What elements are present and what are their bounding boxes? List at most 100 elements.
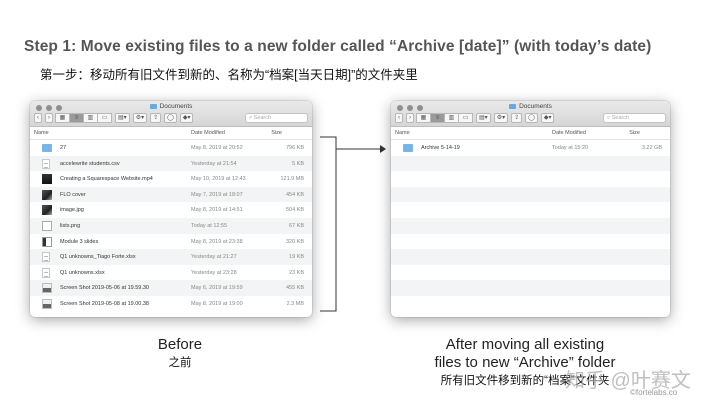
file-shot-icon (42, 283, 52, 294)
file-list-before: 27 May 8, 2019 at 20:52 796 KB accelewrite … (30, 140, 312, 312)
column-view-button[interactable]: ▥ (444, 113, 459, 123)
column-name-header[interactable]: Name (395, 130, 410, 136)
before-caption-cn: 之前 (168, 357, 192, 369)
file-date: May 6, 2019 at 19:59 (191, 285, 243, 292)
column-name-header[interactable]: Name (34, 130, 49, 136)
empty-row (391, 249, 670, 265)
file-mov-icon (42, 174, 52, 185)
share-button[interactable]: ⇪ (150, 113, 162, 123)
file-doc-icon (42, 267, 50, 278)
column-size-header[interactable]: Size (271, 130, 282, 136)
file-row[interactable]: Q1 unknowns.xlsx Yesterday at 23:28 23 KB (30, 265, 312, 281)
file-size: 796 KB (285, 145, 304, 151)
empty-row (391, 202, 670, 218)
folder-icon (42, 144, 52, 152)
group-button[interactable]: ▤▾ (115, 113, 130, 123)
file-size: 455 KB (285, 285, 304, 292)
file-size: 19 KB (289, 254, 304, 261)
finder-window-after: Documents ‹ › ▦ ≡ ▥ ▭ ▤▾ ⚙▾ ⇪ ◯ ◆▾ ⌕ Sea… (391, 101, 670, 317)
column-date-header[interactable]: Date Modified (191, 130, 225, 136)
list-view-button[interactable]: ≡ (69, 113, 84, 123)
share-button[interactable]: ⇪ (511, 113, 523, 123)
tags-button[interactable]: ◯ (525, 113, 538, 123)
finder-window-before: Documents ‹ › ▦ ≡ ▥ ▭ ▤▾ ⚙▾ ⇪ ◯ ◆▾ ⌕ Sea… (30, 101, 312, 317)
file-row[interactable]: Q1 unknowns_Tiago Forte.xlsx Yesterday at… (30, 249, 312, 265)
file-row[interactable]: image.jpg May 8, 2019 at 14:51 504 KB (30, 202, 312, 218)
group-button[interactable]: ▤▾ (476, 113, 491, 123)
file-png-icon (42, 220, 52, 231)
back-button[interactable]: ‹ (395, 113, 403, 123)
file-size: 454 KB (285, 191, 304, 198)
file-doc-icon (42, 252, 50, 263)
dropbox-button[interactable]: ◆▾ (179, 113, 194, 123)
file-row[interactable]: Module 3 slides May 8, 2019 at 23:38 320 K… (30, 234, 312, 250)
list-view-button[interactable]: ≡ (430, 113, 445, 123)
file-date: May 8, 2019 at 19:00 (191, 300, 243, 307)
forward-button[interactable]: › (406, 113, 414, 123)
back-button[interactable]: ‹ (34, 113, 42, 123)
file-name: Q1 unknowns.xlsx (60, 269, 105, 276)
slide-title: Step 1: Move existing files to a new fol… (24, 38, 652, 55)
folder-icon (403, 144, 413, 152)
file-name: accelewrite students.csv (60, 160, 120, 167)
gallery-view-button[interactable]: ▭ (97, 113, 112, 123)
file-date: Yesterday at 23:28 (191, 269, 237, 276)
empty-row (391, 155, 670, 172)
search-input[interactable]: ⌕ Search (245, 113, 308, 123)
file-row[interactable]: FLO cover May 7, 2019 at 18:07 454 KB (30, 186, 312, 203)
move-arrow (320, 136, 386, 312)
window-title: Documents (391, 103, 670, 110)
window-titlebar: Documents ‹ › ▦ ≡ ▥ ▭ ▤▾ ⚙▾ ⇪ ◯ ◆▾ ⌕ Sea… (391, 101, 670, 127)
folder-icon (509, 104, 517, 109)
action-gear-button[interactable]: ⚙▾ (132, 113, 148, 123)
file-name: Archive 5-14-19 (421, 145, 460, 151)
column-size-header[interactable]: Size (629, 130, 640, 136)
forward-button[interactable]: › (45, 113, 53, 123)
window-title-text: Documents (159, 103, 193, 110)
column-view-button[interactable]: ▥ (83, 113, 98, 123)
file-row[interactable]: 27 May 8, 2019 at 20:52 796 KB (30, 140, 312, 156)
empty-row (391, 217, 670, 234)
search-input[interactable]: ⌕ Search (603, 113, 666, 123)
column-date-header[interactable]: Date Modified (552, 130, 586, 136)
file-row[interactable]: Screen Shot 2019-05-08 at 19.00.38 May 8,… (30, 296, 312, 312)
icon-view-button[interactable]: ▦ (55, 113, 70, 123)
finder-toolbar: ‹ › ▦ ≡ ▥ ▭ ▤▾ ⚙▾ ⇪ ◯ ◆▾ ⌕ Search (34, 113, 308, 123)
file-row[interactable]: Archive 5-14-19 Today at 15:20 3.22 GB (391, 140, 670, 156)
file-row[interactable]: lists.png Today at 12:55 67 KB (30, 217, 312, 234)
empty-row (391, 265, 670, 281)
file-size: 504 KB (285, 207, 304, 214)
dropbox-button[interactable]: ◆▾ (540, 113, 555, 123)
file-date: Today at 12:55 (191, 222, 228, 229)
slide-subtitle-cn: 第一步：移动所有旧文件到新的、名称为“档案[当天日期]”的文件夹里 (40, 68, 418, 82)
fortelabs-watermark: ©fortelabs.co (630, 388, 678, 397)
file-date: May 8, 2019 at 20:52 (191, 145, 243, 151)
finder-toolbar: ‹ › ▦ ≡ ▥ ▭ ▤▾ ⚙▾ ⇪ ◯ ◆▾ ⌕ Search (395, 113, 666, 123)
file-date: May 7, 2019 at 18:07 (191, 191, 243, 198)
file-row[interactable]: accelewrite students.csv Yesterday at 21:… (30, 155, 312, 172)
file-name: Creating a Squarespace Website.mp4 (60, 176, 153, 183)
view-mode-group: ▦ ≡ ▥ ▭ (416, 113, 473, 123)
before-caption-en: Before (157, 336, 203, 353)
action-gear-button[interactable]: ⚙▾ (493, 113, 509, 123)
file-img-icon (42, 205, 52, 216)
search-placeholder: Search (611, 115, 630, 121)
empty-row (391, 171, 670, 187)
file-date: May 8, 2019 at 14:51 (191, 207, 243, 214)
file-row[interactable]: Creating a Squarespace Website.mp4 May 10… (30, 171, 312, 187)
file-row[interactable]: Screen Shot 2019-05-06 at 19.59.30 May 6,… (30, 280, 312, 296)
empty-row (391, 280, 670, 296)
before-caption: Before 之前 (130, 336, 230, 370)
file-img-icon (42, 189, 52, 200)
icon-view-button[interactable]: ▦ (416, 113, 431, 123)
file-size: 5 KB (292, 160, 304, 167)
file-size: 67 KB (289, 222, 304, 229)
file-date: Yesterday at 21:27 (191, 254, 237, 261)
file-name: image.jpg (60, 207, 84, 214)
window-titlebar: Documents ‹ › ▦ ≡ ▥ ▭ ▤▾ ⚙▾ ⇪ ◯ ◆▾ ⌕ Sea… (30, 101, 312, 127)
file-date: May 10, 2019 at 12:43 (191, 176, 246, 183)
empty-row (391, 234, 670, 250)
tags-button[interactable]: ◯ (164, 113, 177, 123)
file-name: 27 (60, 145, 67, 151)
gallery-view-button[interactable]: ▭ (458, 113, 473, 123)
